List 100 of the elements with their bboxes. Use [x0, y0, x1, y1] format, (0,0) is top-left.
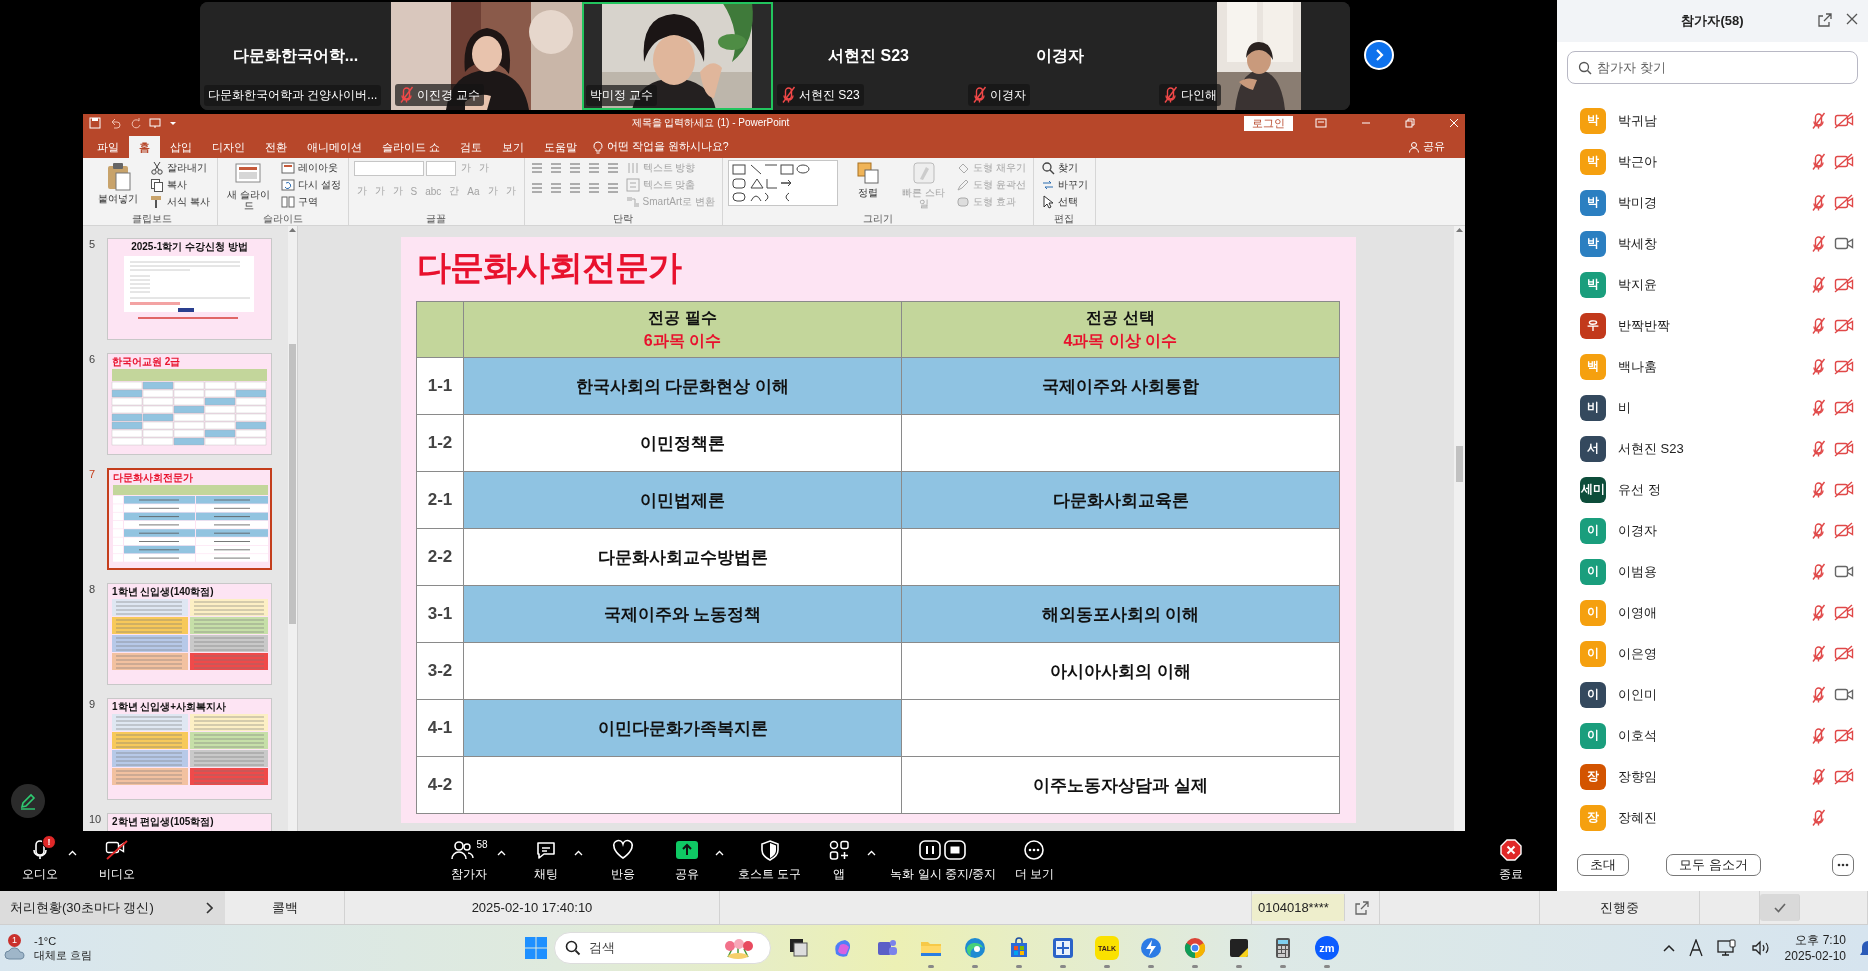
scrollbar-thumb[interactable] [289, 344, 296, 624]
shapes-gallery[interactable] [727, 160, 838, 206]
person-icon [1408, 141, 1420, 153]
search-field[interactable]: 검색 [554, 932, 771, 964]
slide-thumbnail[interactable]: 다문화사회전문가 [107, 468, 272, 570]
ribbon-tab[interactable]: 도움말 [533, 136, 587, 158]
ribbon-display-icon[interactable] [1315, 117, 1327, 129]
bell-icon[interactable] [1860, 939, 1868, 957]
toolbar-button[interactable]: 반응 [591, 839, 655, 883]
slide-thumbnail[interactable]: 한국어교원 2급 [107, 353, 272, 455]
ribbon-button[interactable]: 바꾸기 [1038, 177, 1090, 193]
login-button[interactable]: 로그인 [1244, 115, 1293, 131]
ribbon-button[interactable]: 다시 설정 [278, 177, 343, 193]
undo-icon[interactable] [109, 117, 121, 129]
external-link-icon[interactable] [1355, 900, 1369, 915]
taskbar-app[interactable]: zm [1305, 926, 1349, 970]
group-label: 편집 [1053, 212, 1076, 225]
slide-thumbnail[interactable]: 2학년 편입생(105학점) [107, 813, 272, 831]
ribbon-button[interactable]: 복사 [148, 177, 212, 193]
share-button[interactable]: 공유 [1402, 136, 1451, 158]
video-tile[interactable]: 이진경 교수 [391, 2, 582, 110]
restore-icon[interactable] [1405, 118, 1415, 128]
scrollbar-thumb[interactable] [1456, 446, 1463, 482]
ribbon-tab[interactable]: 전환 [255, 136, 297, 158]
clock[interactable]: 오후 7:10 2025-02-10 [1784, 932, 1846, 964]
slideshow-icon[interactable] [149, 117, 161, 129]
close-icon[interactable] [1846, 13, 1858, 25]
ribbon-tab[interactable]: 애니메이션 [297, 136, 372, 158]
caret-icon[interactable] [715, 850, 724, 856]
ribbon-tab[interactable]: 홈 [129, 136, 160, 158]
ribbon-tab[interactable]: 슬라이드 쇼 [372, 136, 450, 158]
ribbon-button[interactable]: 선택 [1038, 194, 1090, 210]
copy-icon [150, 178, 164, 192]
column-title: 전공 선택 [1086, 307, 1155, 328]
replace-icon [1040, 178, 1055, 192]
next-page-button[interactable] [1364, 40, 1394, 70]
caret-icon[interactable] [68, 850, 77, 856]
avatar: 비 [1580, 394, 1606, 421]
participant-name: 이인미 [1618, 685, 1658, 704]
redo-icon[interactable] [129, 117, 141, 129]
caret-icon[interactable] [574, 850, 583, 856]
search-field[interactable]: 참가자 찾기 [1597, 52, 1857, 83]
ribbon-tab[interactable]: 삽입 [160, 136, 202, 158]
sticky-note-icon [1227, 936, 1251, 960]
ribbon-button[interactable]: 정렬 [841, 160, 894, 199]
more-button[interactable] [1832, 854, 1854, 876]
ribbon-button[interactable]: 서식 복사 [148, 194, 212, 210]
ribbon-button[interactable]: 레이아웃 [278, 160, 343, 176]
ribbon-tab[interactable]: 검토 [449, 136, 492, 158]
slide-thumbnail[interactable]: 1학년 신입생(140학점) [107, 583, 272, 685]
slide-thumbnail[interactable]: 1학년 신입생+사회복지사 [107, 698, 272, 800]
toolbar-button[interactable]: 녹화 일시 중지/중지 [884, 839, 1003, 883]
avatar: 이 [1580, 599, 1606, 626]
toolbar-button[interactable]: 앱 [807, 839, 872, 883]
participant-name: 박지윤 [1618, 275, 1658, 294]
ribbon-button[interactable]: 새 슬라이드 [222, 160, 275, 212]
chevron-right-icon[interactable] [205, 901, 213, 914]
avatar: 박 [1580, 271, 1606, 298]
panel-button[interactable]: 모두 음소거 [1666, 854, 1761, 876]
table-cell: 이민다문화가족복지론 [464, 700, 901, 756]
end-meeting-button[interactable]: 종료 [1479, 839, 1543, 883]
ribbon-tab[interactable]: 디자인 [202, 136, 255, 158]
toolbar-button[interactable]: 비디오 [85, 839, 149, 883]
participant-label: 박미정 교수 [590, 87, 654, 104]
ribbon-button[interactable]: 구역 [278, 194, 343, 210]
search-box[interactable]: 참가자 찾기 [1567, 51, 1858, 84]
ribbon-button[interactable]: 찾기 [1038, 160, 1090, 176]
toolbar-button[interactable]: 58 참가자 [437, 839, 501, 883]
toolbar-button[interactable]: 호스트 도구 [732, 839, 808, 883]
toolbar-button[interactable]: 공유 [655, 839, 719, 883]
avatar: 세미 [1580, 476, 1606, 503]
monitor-icon[interactable] [1716, 939, 1737, 957]
speaker-icon[interactable] [1750, 940, 1771, 956]
check-icon[interactable] [1773, 902, 1786, 913]
toolbar-button[interactable]: 더 보기 [1002, 839, 1067, 883]
table-cell: 이민정책론 [464, 415, 901, 471]
caret-icon[interactable] [867, 850, 877, 856]
caret-icon[interactable] [497, 850, 506, 856]
ribbon-tab[interactable]: 파일 [87, 136, 129, 158]
annotate-button[interactable] [11, 784, 45, 818]
tell-me-field[interactable]: 어떤 작업을 원하시나요? [606, 140, 729, 154]
start-icon[interactable] [524, 936, 548, 960]
pop-out-icon[interactable] [1818, 13, 1832, 27]
ribbon-button[interactable]: 잘라내기 [148, 160, 212, 176]
weather-condition: 대체로 흐림 [34, 948, 93, 962]
chevron-up-icon[interactable] [1662, 944, 1675, 952]
avatar: 박 [1580, 189, 1606, 216]
clock-date: 2025-02-10 [1784, 948, 1846, 964]
ribbon-button[interactable]: 붙여넣기 [92, 160, 144, 205]
table-cell: 국제이주와 사회통합 [902, 358, 1339, 414]
toolbar-button[interactable]: 채팅 [514, 839, 578, 883]
video-tile[interactable]: 박미정 교수 [582, 2, 773, 110]
input-method-icon[interactable] [1688, 939, 1703, 957]
arrange-icon [855, 161, 880, 185]
slide-number: 9 [88, 698, 97, 710]
ribbon-tab[interactable]: 보기 [491, 136, 534, 158]
save-icon[interactable] [89, 117, 101, 129]
panel-button[interactable]: 초대 [1577, 854, 1629, 876]
slide-number: 6 [88, 353, 97, 365]
slide-thumbnail[interactable]: 2025-1학기 수강신청 방법 [107, 238, 272, 340]
